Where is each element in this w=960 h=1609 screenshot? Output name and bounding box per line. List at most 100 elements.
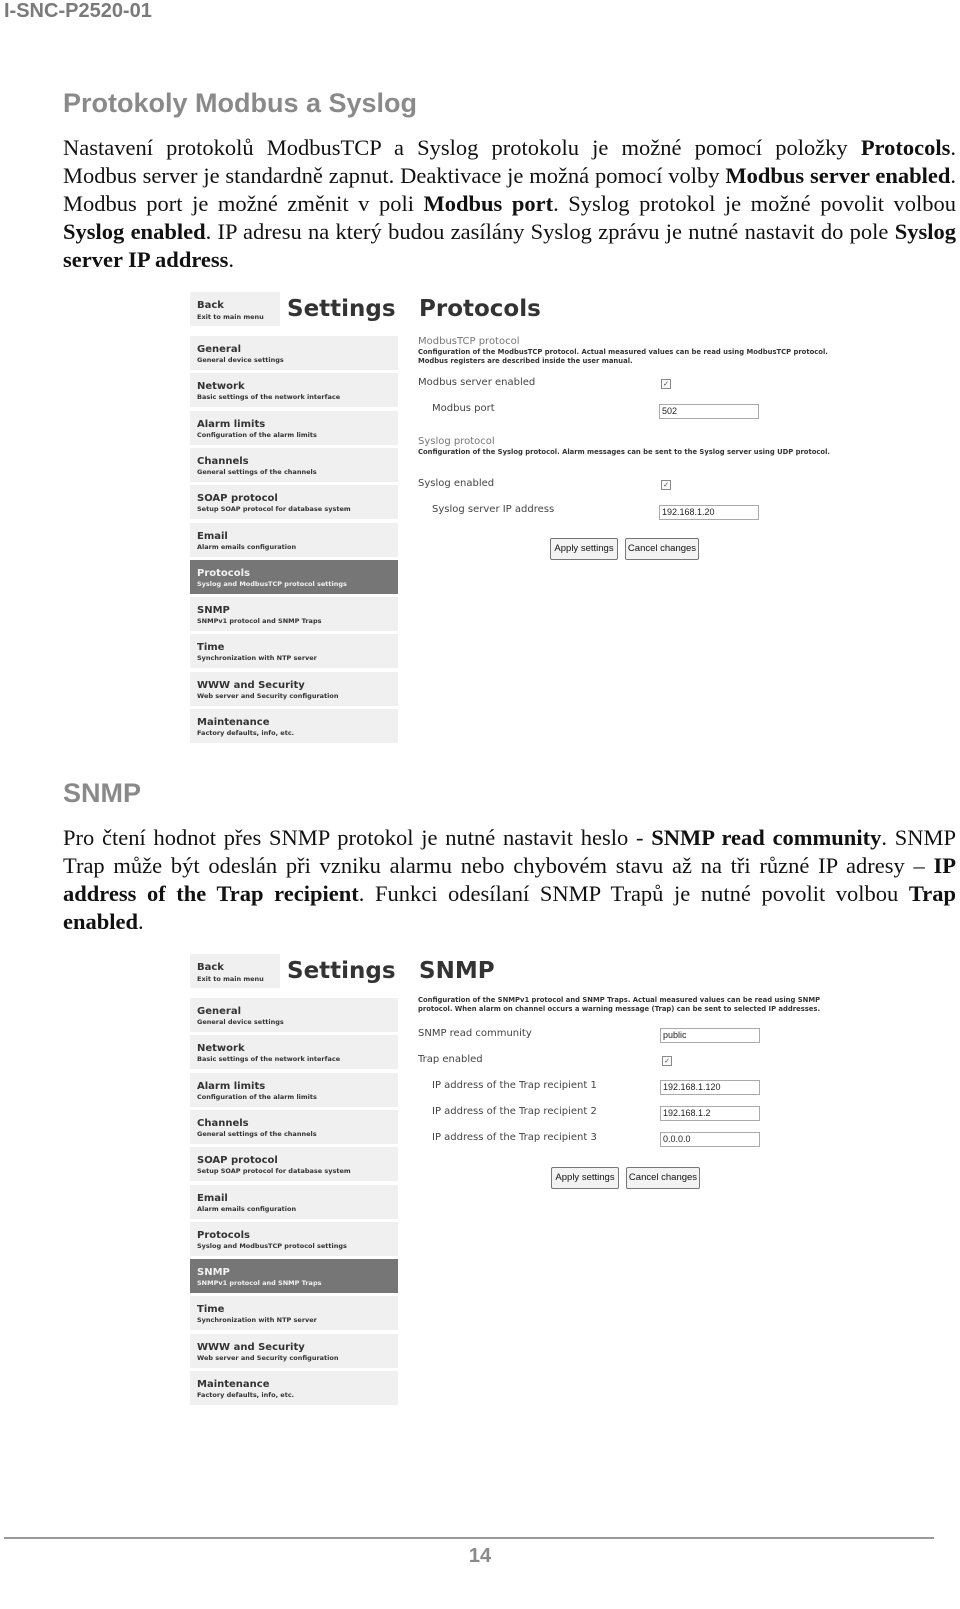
sidebar-item-subtitle: General settings of the channels [197,467,317,476]
modbus-enabled-checkbox[interactable]: ✓ [661,379,671,389]
page-title: SNMP [419,958,495,984]
sidebar-item-subtitle: Web server and Security configuration [197,691,339,700]
sidebar-item-protocols[interactable]: Protocols Syslog and ModbusTCP protocol s… [190,559,398,594]
sidebar-item-subtitle: General settings of the channels [197,1129,317,1138]
back-subtitle: Exit to main menu [197,313,264,321]
section-heading-modbus-syslog: Protokoly Modbus a Syslog [63,88,418,118]
sidebar-item-network[interactable]: Network Basic settings of the network int… [190,1035,398,1070]
sidebar-item-title: Alarm limits [197,1080,266,1092]
cancel-changes-button[interactable]: Cancel changes [626,1167,700,1189]
sidebar-item-subtitle: Alarm emails configuration [197,1204,297,1213]
sidebar-item-subtitle: Setup SOAP protocol for database system [197,505,351,514]
syslog-section-title: Syslog protocol [418,436,495,447]
modbus-section-title: ModbusTCP protocol [418,336,520,347]
sidebar-item-subtitle: Alarm emails configuration [197,542,297,551]
sidebar-item-alarm-limits[interactable]: Alarm limits Configuration of the alarm l… [190,1072,398,1107]
text-run: . Syslog protokol je možné povolit volbo… [553,191,956,216]
trap-enabled-checkbox[interactable]: ✓ [662,1056,672,1066]
sidebar-item-title: SOAP protocol [197,493,278,505]
sidebar-item-title: SOAP protocol [197,1155,278,1167]
section-heading-snmp: SNMP [63,778,142,808]
sidebar-item-maintenance[interactable]: Maintenance Factory defaults, info, etc. [190,1371,398,1405]
sidebar-item-title: Email [197,530,228,542]
screenshot-snmp: Back Exit to main menu Settings SNMP Gen… [190,954,850,1409]
text-run: . [228,247,235,272]
sidebar-item-www-and-security[interactable]: WWW and Security Web server and Security … [190,671,398,706]
sidebar-item-snmp[interactable]: SNMP SNMPv1 protocol and SNMP Traps [190,597,398,632]
sidebar-item-title: Network [197,381,245,393]
sidebar-item-subtitle: General device settings [197,1018,284,1026]
syslog-enabled-label: Syslog enabled [418,478,495,489]
sidebar-item-email[interactable]: Email Alarm emails configuration [190,1184,398,1219]
sidebar-item-title: Protocols [197,567,250,579]
sidebar-item-network[interactable]: Network Basic settings of the network int… [190,373,398,408]
trap-recipient-3-label: IP address of the Trap recipient 3 [432,1132,597,1143]
sidebar-item-general[interactable]: General General device settings [190,998,398,1032]
sidebar-item-subtitle: Configuration of the alarm limits [197,430,317,439]
bold-term: Modbus port [423,191,554,216]
sidebar-item-soap-protocol[interactable]: SOAP protocol Setup SOAP protocol for dat… [190,1147,398,1182]
apply-settings-button[interactable]: Apply settings [550,538,618,560]
bold-term: Protocols [860,135,951,160]
modbus-port-input[interactable]: 502 [659,404,759,419]
sidebar-item-maintenance[interactable]: Maintenance Factory defaults, info, etc. [190,709,398,743]
screenshot-protocols: Back Exit to main menu Settings Protocol… [190,292,850,747]
sidebar-item-subtitle: Syslog and ModbusTCP protocol settings [197,579,347,588]
syslog-ip-label: Syslog server IP address [432,504,555,515]
sidebar-item-title: WWW and Security [197,679,305,691]
sidebar-item-snmp[interactable]: SNMP SNMPv1 protocol and SNMP Traps [190,1259,398,1294]
footer-divider [4,1537,934,1539]
sidebar-item-time[interactable]: Time Synchronization with NTP server [190,1296,398,1331]
sidebar-item-title: Maintenance [197,1379,270,1390]
sidebar-item-subtitle: Setup SOAP protocol for database system [197,1167,351,1176]
sidebar-item-subtitle: Synchronization with NTP server [197,654,317,663]
settings-title: Settings [287,958,396,984]
text-run: . Funkci odesílaní SNMP Trapů je nutné p… [358,881,909,906]
sidebar-item-title: Time [197,642,225,654]
trap-recipient-1-label: IP address of the Trap recipient 1 [432,1080,597,1091]
sidebar-item-subtitle: General device settings [197,356,284,364]
sidebar-item-subtitle: Factory defaults, info, etc. [197,729,295,737]
sidebar-item-title: Channels [197,455,249,467]
snmp-community-input[interactable]: public [660,1028,760,1043]
back-button[interactable]: Back Exit to main menu [190,292,280,326]
syslog-ip-input[interactable]: 192.168.1.20 [659,505,759,520]
apply-settings-button[interactable]: Apply settings [551,1167,619,1189]
sidebar-item-subtitle: Syslog and ModbusTCP protocol settings [197,1241,347,1250]
back-button[interactable]: Back Exit to main menu [190,954,280,988]
sidebar-item-title: Maintenance [197,717,270,728]
sidebar-item-title: Channels [197,1117,249,1129]
sidebar-item-channels[interactable]: Channels General settings of the channels [190,1109,398,1144]
section-paragraph-snmp: Pro čtení hodnot přes SNMP protokol je n… [63,824,956,936]
sidebar-item-www-and-security[interactable]: WWW and Security Web server and Security … [190,1333,398,1368]
snmp-section-desc: Configuration of the SNMPv1 protocol and… [418,996,821,1013]
trap-recipient-2-input[interactable]: 192.168.1.2 [660,1106,760,1121]
back-title: Back [197,962,224,973]
sidebar-item-channels[interactable]: Channels General settings of the channels [190,447,398,482]
bold-term: Syslog enabled [63,219,206,244]
back-title: Back [197,300,224,311]
modbus-port-label: Modbus port [432,403,495,414]
sidebar-item-title: Time [197,1304,225,1316]
modbus-section-desc: Configuration of the ModbusTCP protocol.… [418,348,828,365]
sidebar-item-protocols[interactable]: Protocols Syslog and ModbusTCP protocol s… [190,1221,398,1256]
sidebar-item-email[interactable]: Email Alarm emails configuration [190,522,398,557]
page-number: 14 [468,1545,492,1567]
sidebar-item-subtitle: Basic settings of the network interface [197,393,341,402]
sidebar-item-title: Alarm limits [197,418,266,430]
text-run: . [138,909,144,934]
trap-recipient-1-input[interactable]: 192.168.1.120 [660,1080,760,1095]
cancel-changes-button[interactable]: Cancel changes [625,538,699,560]
sidebar-item-general[interactable]: General General device settings [190,336,398,370]
trap-recipient-3-input[interactable]: 0.0.0.0 [660,1132,760,1147]
sidebar-item-alarm-limits[interactable]: Alarm limits Configuration of the alarm l… [190,410,398,445]
sidebar-item-title: WWW and Security [197,1341,305,1353]
sidebar-item-title: SNMP [197,605,230,617]
snmp-community-label: SNMP read community [418,1028,532,1039]
sidebar-item-title: SNMP [197,1267,230,1279]
sidebar-item-time[interactable]: Time Synchronization with NTP server [190,634,398,669]
section-paragraph-modbus-syslog: Nastavení protokolů ModbusTCP a Syslog p… [63,134,956,274]
syslog-enabled-checkbox[interactable]: ✓ [661,480,671,490]
syslog-section-desc: Configuration of the Syslog protocol. Al… [418,448,831,456]
sidebar-item-soap-protocol[interactable]: SOAP protocol Setup SOAP protocol for dat… [190,485,398,520]
